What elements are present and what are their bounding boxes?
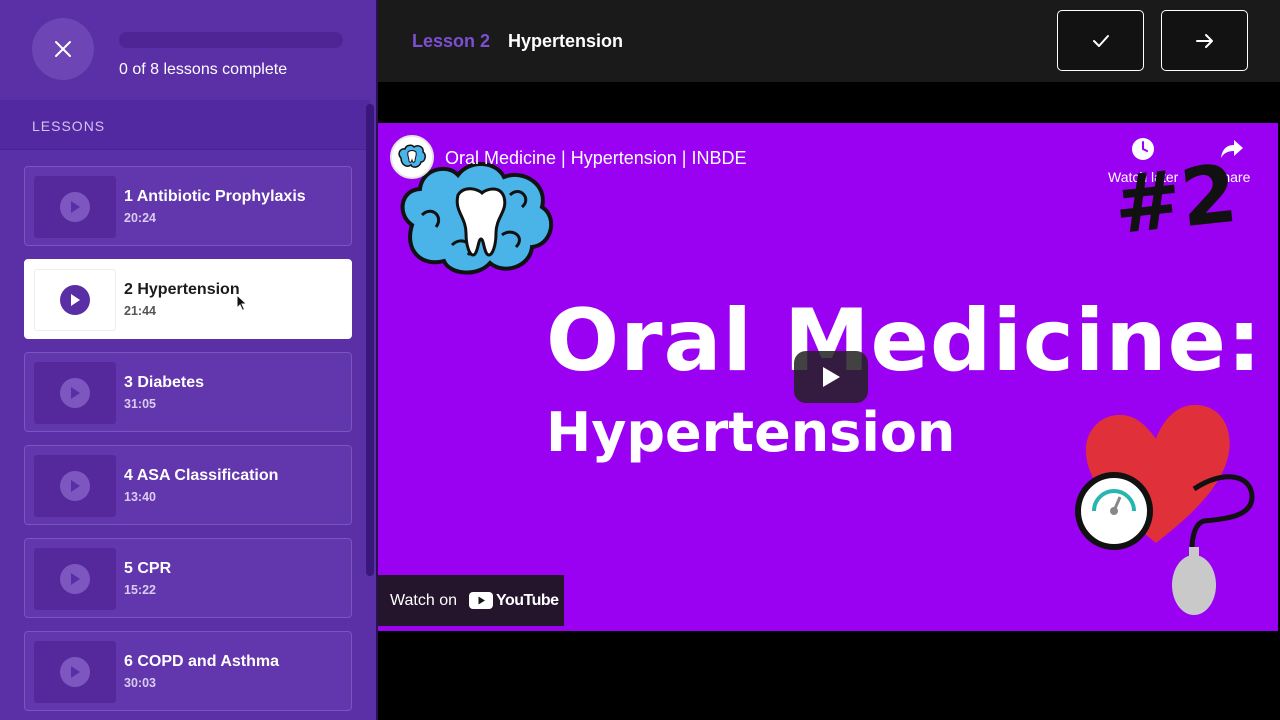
youtube-play-icon xyxy=(469,592,493,609)
lesson-duration: 20:24 xyxy=(124,211,156,225)
lesson-title: 3 Diabetes xyxy=(124,374,205,391)
lesson-title: 5 CPR xyxy=(124,560,172,577)
lesson-title: 1 Antibiotic Prophylaxis xyxy=(124,188,306,205)
lesson-thumbnail xyxy=(34,641,116,703)
sidebar-header: 0 of 8 lessons complete xyxy=(0,0,376,100)
mark-complete-button[interactable] xyxy=(1057,10,1144,71)
lesson-duration: 13:40 xyxy=(124,490,156,504)
watch-on-label: Watch on xyxy=(390,591,457,609)
lesson-item-2[interactable]: 2 Hypertension 21:44 xyxy=(24,259,352,339)
video-player[interactable]: Oral Medicine | Hypertension | INBDE Wat… xyxy=(378,123,1278,631)
mouse-cursor-icon xyxy=(236,294,248,312)
lesson-item-5[interactable]: 5 CPR 15:22 xyxy=(24,538,352,618)
lesson-thumbnail xyxy=(34,362,116,424)
progress-bar xyxy=(119,32,343,48)
youtube-wordmark: YouTube xyxy=(496,591,559,609)
lesson-thumbnail xyxy=(34,176,116,238)
youtube-logo: YouTube xyxy=(469,592,559,610)
thumbnail-subheading: Hypertension xyxy=(546,401,956,464)
lesson-title: 2 Hypertension xyxy=(124,281,240,298)
lessons-heading: LESSONS xyxy=(0,100,370,150)
lesson-sidebar: 0 of 8 lessons complete LESSONS 1 Antibi… xyxy=(0,0,378,720)
progress-text: 0 of 8 lessons complete xyxy=(119,61,288,78)
lesson-duration: 30:03 xyxy=(124,676,156,690)
close-button[interactable] xyxy=(32,18,94,80)
play-icon xyxy=(60,192,90,222)
lesson-thumbnail xyxy=(34,269,116,331)
lesson-number: Lesson 2 xyxy=(412,31,491,51)
lesson-list: 1 Antibiotic Prophylaxis 20:24 2 Hyperte… xyxy=(24,166,352,720)
lesson-duration: 15:22 xyxy=(124,583,156,597)
lesson-thumbnail xyxy=(34,548,116,610)
lesson-item-3[interactable]: 3 Diabetes 31:05 xyxy=(24,352,352,432)
thumbnail-heading: Oral Medicine: xyxy=(546,291,1263,391)
lessons-heading-label: LESSONS xyxy=(32,118,106,134)
lesson-item-4[interactable]: 4 ASA Classification 13:40 xyxy=(24,445,352,525)
play-icon xyxy=(60,378,90,408)
close-icon xyxy=(55,41,71,57)
thumbnail-badge: #2 xyxy=(1109,146,1242,253)
channel-avatar[interactable] xyxy=(390,135,434,179)
arrow-right-icon xyxy=(1195,33,1213,48)
page-title: Hypertension xyxy=(508,31,624,51)
heart-gauge-illustration xyxy=(1075,404,1255,615)
lesson-title: 6 COPD and Asthma xyxy=(124,653,279,670)
play-button[interactable] xyxy=(794,351,868,403)
lesson-title: 4 ASA Classification xyxy=(124,467,279,484)
brain-logo-icon xyxy=(398,144,426,168)
lesson-header: Lesson 2 Hypertension xyxy=(378,0,1280,82)
play-icon xyxy=(60,285,90,315)
lesson-thumbnail xyxy=(34,455,116,517)
lesson-duration: 21:44 xyxy=(124,304,156,318)
next-lesson-button[interactable] xyxy=(1161,10,1248,71)
play-icon xyxy=(60,564,90,594)
lesson-item-6[interactable]: 6 COPD and Asthma 30:03 xyxy=(24,631,352,711)
watch-on-youtube-link[interactable]: Watch on YouTube xyxy=(378,575,564,626)
play-icon xyxy=(823,367,840,387)
video-title[interactable]: Oral Medicine | Hypertension | INBDE xyxy=(445,148,746,169)
play-icon xyxy=(60,657,90,687)
play-icon xyxy=(60,471,90,501)
lesson-item-1[interactable]: 1 Antibiotic Prophylaxis 20:24 xyxy=(24,166,352,246)
sidebar-scrollbar[interactable] xyxy=(366,104,374,576)
check-icon xyxy=(1092,34,1109,47)
lesson-duration: 31:05 xyxy=(124,397,156,411)
